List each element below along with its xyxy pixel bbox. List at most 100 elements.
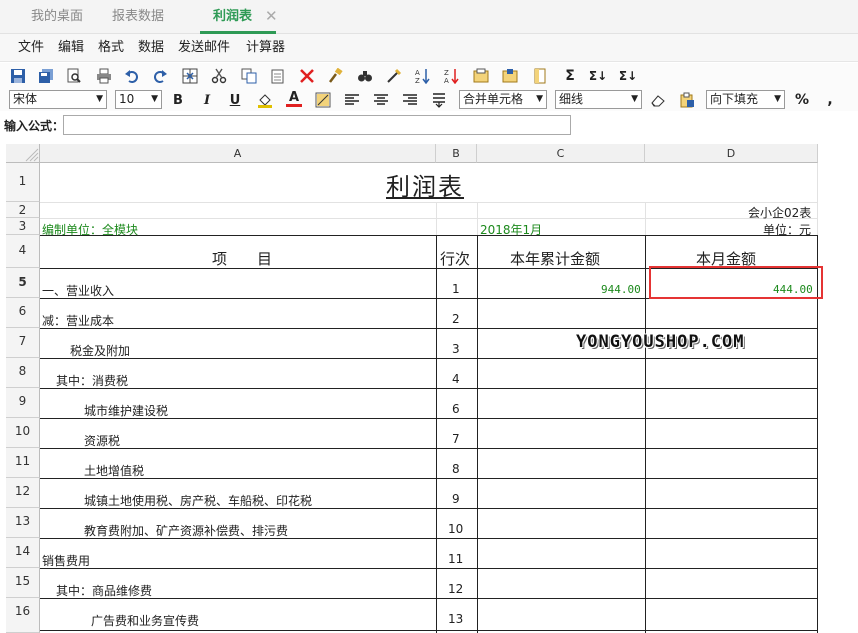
replace-icon[interactable]: [385, 67, 403, 85]
table-border: [645, 235, 646, 633]
row-header-10[interactable]: 10: [6, 418, 40, 448]
redo-icon[interactable]: [151, 67, 169, 85]
tab-report-data[interactable]: 报表数据: [112, 0, 164, 34]
merge-cells-select[interactable]: 合并单元格 ▼: [459, 90, 547, 109]
menu-format[interactable]: 格式: [98, 34, 124, 62]
grid-line: [645, 202, 646, 235]
sum-columns-icon[interactable]: Σ↓: [619, 67, 637, 85]
row-header-9[interactable]: 9: [6, 388, 40, 418]
row-header-3[interactable]: 3: [6, 218, 40, 235]
close-icon[interactable]: ✕: [265, 0, 278, 34]
line-number: 2: [452, 312, 460, 326]
svg-text:Z: Z: [444, 69, 449, 77]
italic-button[interactable]: I: [199, 90, 215, 110]
menu-edit[interactable]: 编辑: [58, 34, 84, 62]
column-header-d[interactable]: D: [645, 144, 818, 163]
select-all-corner[interactable]: [6, 144, 40, 163]
font-family-select[interactable]: 宋体 ▼: [9, 90, 107, 109]
column-header-c[interactable]: C: [477, 144, 645, 163]
document-icon[interactable]: [531, 67, 549, 85]
align-left-icon[interactable]: [343, 90, 361, 110]
eraser-icon[interactable]: [649, 90, 667, 110]
row-header-11[interactable]: 11: [6, 448, 40, 478]
line-number: 9: [452, 492, 460, 506]
tab-desktop[interactable]: 我的桌面: [31, 0, 83, 34]
row-header-13[interactable]: 13: [6, 508, 40, 538]
row-header-8[interactable]: 8: [6, 358, 40, 388]
line-number: 1: [452, 282, 460, 296]
row-header-14[interactable]: 14: [6, 538, 40, 568]
align-right-icon[interactable]: [401, 90, 419, 110]
sort-ascending-icon[interactable]: AZ: [414, 67, 432, 85]
row-header-16[interactable]: 16: [6, 598, 40, 633]
print-preview-icon[interactable]: [65, 67, 83, 85]
row-header-6[interactable]: 6: [6, 298, 40, 328]
item-label: 其中：消费税: [56, 374, 129, 388]
print-icon[interactable]: [95, 67, 113, 85]
line-number: 7: [452, 432, 460, 446]
spreadsheet: A B C D 1 2 3 4 5 6 7 8 9 10 11 12 13 14…: [0, 142, 858, 633]
font-color-button[interactable]: A: [286, 90, 302, 107]
chevron-down-icon: ▼: [774, 94, 781, 104]
formula-bar: 输入公式：: [0, 112, 858, 138]
row-header-2[interactable]: 2: [6, 202, 40, 218]
item-label: 资源税: [84, 434, 121, 448]
align-center-icon[interactable]: [372, 90, 390, 110]
fill-direction-select[interactable]: 向下填充 ▼: [706, 90, 785, 109]
menu-calculator[interactable]: 计算器: [246, 34, 285, 62]
underline-button[interactable]: U: [227, 90, 243, 110]
table-border: [40, 388, 818, 389]
insert-column-icon[interactable]: [501, 67, 519, 85]
svg-text:A: A: [444, 77, 449, 84]
menu-bar: 文件 编辑 格式 数据 发送邮件 计算器: [0, 34, 858, 62]
row-header-4[interactable]: 4: [6, 235, 40, 268]
delete-icon[interactable]: [298, 67, 316, 85]
copy-icon[interactable]: [240, 67, 258, 85]
column-header-a[interactable]: A: [40, 144, 436, 163]
line-number: 10: [448, 522, 464, 536]
form-code: 会小企02表: [748, 206, 812, 220]
wrap-text-icon[interactable]: [430, 90, 448, 110]
grid-select-icon[interactable]: [181, 67, 199, 85]
bold-button[interactable]: B: [170, 90, 186, 110]
row-header-12[interactable]: 12: [6, 478, 40, 508]
sum-icon[interactable]: Σ: [561, 67, 579, 85]
chevron-down-icon: ▼: [631, 94, 638, 104]
border-style-select[interactable]: 细线 ▼: [555, 90, 642, 109]
save-all-icon[interactable]: [37, 67, 55, 85]
row-header-7[interactable]: 7: [6, 328, 40, 358]
format-painter-icon[interactable]: [327, 67, 345, 85]
row-header-1[interactable]: 1: [6, 163, 40, 202]
menu-file[interactable]: 文件: [18, 34, 44, 62]
sort-descending-icon[interactable]: ZA: [443, 67, 461, 85]
reporting-period: 2018年1月: [480, 223, 543, 237]
row-header-5[interactable]: 5: [6, 268, 40, 298]
grid-line: [477, 202, 478, 235]
row-header-15[interactable]: 15: [6, 568, 40, 598]
comma-button[interactable]: ,: [823, 90, 837, 110]
percent-button[interactable]: %: [793, 90, 811, 110]
cut-icon[interactable]: [210, 67, 228, 85]
column-header-b[interactable]: B: [436, 144, 477, 163]
tab-income-statement[interactable]: 利润表: [213, 0, 252, 34]
item-label: 土地增值税: [84, 464, 145, 478]
line-number: 8: [452, 462, 460, 476]
undo-icon[interactable]: [123, 67, 141, 85]
cell-grid[interactable]: 利润表 会小企02表 编制单位：全模块 2018年1月 单位：元 项 目 行次 …: [40, 163, 823, 633]
clipboard-icon[interactable]: [678, 90, 696, 110]
menu-data[interactable]: 数据: [138, 34, 164, 62]
table-border: [40, 598, 818, 599]
grid-line: [40, 202, 818, 203]
background-color-icon[interactable]: [314, 90, 332, 110]
save-icon[interactable]: [9, 67, 27, 85]
sum-rows-icon[interactable]: Σ↓: [589, 67, 607, 85]
formula-input[interactable]: [63, 115, 571, 135]
menu-send-email[interactable]: 发送邮件: [178, 34, 230, 62]
find-icon[interactable]: [356, 67, 374, 85]
fill-color-icon[interactable]: [256, 90, 274, 110]
insert-row-icon[interactable]: [472, 67, 490, 85]
font-size-select[interactable]: 10 ▼: [115, 90, 162, 109]
fill-direction-value: 向下填充: [710, 92, 759, 106]
selected-cell[interactable]: [649, 266, 823, 299]
paste-icon[interactable]: [269, 67, 287, 85]
